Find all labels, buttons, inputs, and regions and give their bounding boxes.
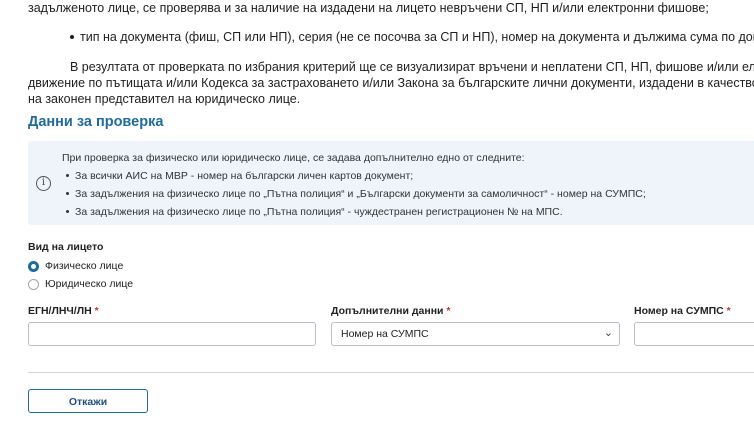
radio-legal-entity-label: Юридическо лице — [45, 278, 134, 290]
bullet-icon — [66, 191, 69, 195]
required-mark: * — [446, 305, 451, 317]
egn-input[interactable] — [28, 322, 316, 346]
intro-para-line-3: на законен представител на юридическо ли… — [28, 92, 301, 106]
cancel-button[interactable]: Откажи — [28, 389, 148, 413]
bullet-icon — [70, 34, 74, 39]
form-divider — [28, 372, 754, 373]
info-list-item: За всички АИС на МВР - номер на българск… — [66, 170, 413, 182]
intro-bullet-1-text: тип на документа (фиш, СП или НП), серия… — [80, 30, 754, 44]
additional-data-select[interactable]: Номер на СУМПС ⌄ — [331, 322, 620, 346]
radio-unselected-icon[interactable] — [28, 278, 39, 290]
section-title: Данни за проверка — [28, 114, 164, 130]
required-mark: * — [726, 305, 731, 317]
info-list-item-text: За задължения на физическо лице по „Пътн… — [75, 188, 646, 200]
person-type-label: Вид на лицето — [28, 241, 104, 253]
sumps-label: Номер на СУМПС * — [634, 305, 731, 317]
info-list-item: За задължения на физическо лице по „Пътн… — [66, 206, 563, 218]
bullet-icon — [66, 173, 69, 177]
info-heading: При проверка за физическо или юридическо… — [62, 152, 525, 164]
radio-legal-entity[interactable]: Юридическо лице — [28, 278, 133, 290]
intro-line-1: задълженото лице, се проверява и за нали… — [28, 1, 709, 15]
egn-label: ЕГН/ЛНЧ/ЛН * — [28, 305, 99, 317]
intro-para-line-2: движение по пътищата и/или Кодекса за за… — [28, 76, 754, 90]
radio-individual[interactable]: Физическо лице — [28, 260, 123, 272]
intro-bullet-1: тип на документа (фиш, СП или НП), серия… — [70, 29, 754, 45]
bullet-icon — [66, 209, 69, 213]
intro-para-line-1: В резултата от проверката по избрания кр… — [70, 60, 754, 74]
info-list-item: За задължения на физическо лице по „Пътн… — [66, 188, 646, 200]
info-box: i При проверка за физическо или юридичес… — [28, 141, 754, 225]
sumps-input[interactable] — [634, 322, 754, 346]
radio-selected-icon[interactable] — [28, 260, 39, 272]
radio-individual-label: Физическо лице — [45, 260, 124, 272]
info-circle-icon: i — [36, 176, 51, 191]
info-list-item-text: За всички АИС на МВР - номер на българск… — [75, 170, 414, 182]
additional-data-label-text: Допълнителни данни — [331, 305, 444, 317]
required-mark: * — [94, 305, 99, 317]
additional-data-selected-value: Номер на СУМПС — [341, 328, 429, 340]
chevron-down-icon[interactable]: ⌄ — [604, 326, 613, 339]
egn-label-text: ЕГН/ЛНЧ/ЛН — [28, 305, 92, 317]
sumps-label-text: Номер на СУМПС — [634, 305, 724, 317]
info-list-item-text: За задължения на физическо лице по „Пътн… — [75, 206, 563, 218]
additional-data-label: Допълнителни данни * — [331, 305, 451, 317]
